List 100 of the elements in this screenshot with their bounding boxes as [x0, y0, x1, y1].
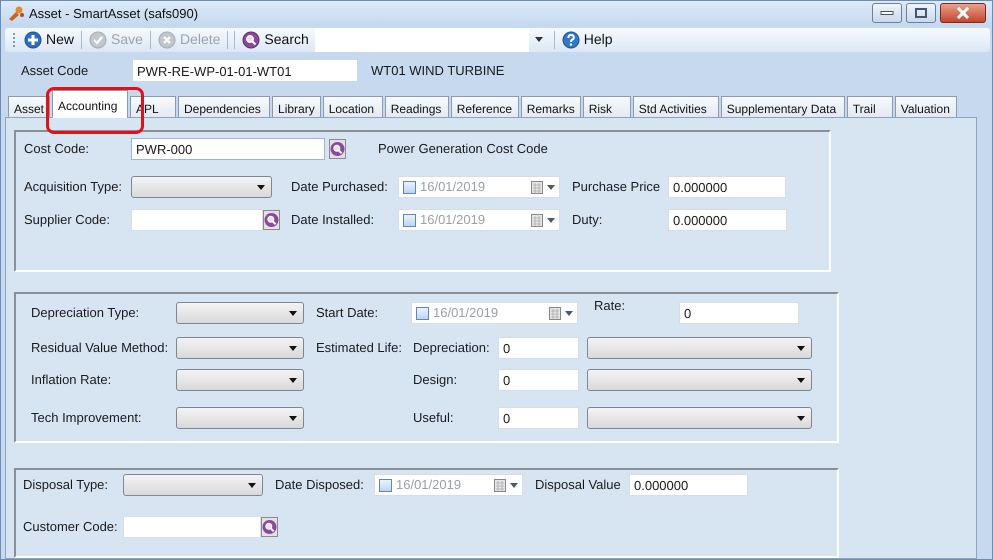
asset-description: WT01 WIND TURBINE [371, 62, 504, 80]
minimize-button[interactable] [872, 3, 902, 24]
checkbox[interactable] [403, 214, 416, 226]
field-label: Design: [413, 371, 458, 390]
tab[interactable]: Asset [8, 96, 50, 117]
checkbox[interactable] [416, 306, 429, 320]
tab[interactable]: Std Activities [632, 96, 719, 117]
caret-icon[interactable] [534, 37, 543, 42]
tab[interactable]: Readings [384, 96, 449, 117]
field-label: Customer Code: [23, 518, 119, 536]
tab[interactable]: Supplementary Data [720, 96, 845, 117]
lookup-field[interactable] [131, 209, 263, 231]
field-label: Acquisition Type: [24, 178, 124, 196]
field-label: Disposal Type: [23, 476, 110, 494]
caret-icon [248, 482, 256, 488]
calendar-icon [531, 180, 543, 194]
calendar-icon [494, 478, 506, 492]
close-button[interactable] [940, 3, 986, 24]
checkbox[interactable] [379, 478, 392, 492]
tab[interactable]: Library [272, 96, 321, 117]
caret-icon [797, 378, 805, 382]
search-button[interactable] [329, 139, 346, 159]
maximize-icon [914, 7, 928, 20]
text-field[interactable]: 0 [498, 369, 579, 391]
tab[interactable]: Risk [582, 96, 631, 117]
search-icon [329, 139, 346, 159]
tab[interactable]: Reference [450, 96, 519, 117]
asset-code-field[interactable]: PWR-RE-WP-01-01-WT01 [132, 59, 358, 82]
field-label: Date Disposed: [275, 476, 365, 494]
checkbox[interactable] [403, 180, 416, 194]
field-label: Disposal Value [535, 476, 622, 494]
text-field[interactable]: 0.000000 [668, 176, 786, 198]
lookup-field[interactable]: PWR-000 [131, 138, 325, 160]
field-label: Inflation Rate: [31, 371, 112, 390]
search-icon [263, 210, 280, 230]
caret-icon [547, 184, 555, 190]
text-field[interactable]: 0.000000 [668, 209, 787, 231]
field-label: Cost Code: [24, 140, 90, 158]
field-label: Tech Improvement: [31, 409, 143, 428]
field-label: Supplier Code: [24, 211, 111, 230]
text-field[interactable]: 0 [498, 407, 579, 429]
dropdown[interactable] [123, 474, 263, 496]
dropdown[interactable] [176, 407, 304, 429]
minimize-icon [880, 10, 894, 16]
tab[interactable]: Valuation [894, 96, 957, 117]
toolbar-button[interactable]: Search [238, 28, 313, 52]
dropdown[interactable] [587, 407, 812, 429]
field-label: Start Date: [316, 304, 380, 322]
help-icon [562, 30, 580, 49]
caret-icon [289, 310, 297, 316]
close-icon [955, 7, 971, 20]
text-field[interactable]: 0 [498, 337, 579, 359]
tab[interactable]: Accounting [52, 90, 128, 118]
field-label: Residual Value Method: [31, 339, 170, 358]
calendar-icon [549, 306, 561, 320]
text-field[interactable]: 0.000000 [629, 474, 748, 496]
dropdown[interactable] [587, 369, 812, 391]
field-label: Asset Code [21, 62, 90, 80]
maximize-button[interactable] [906, 3, 936, 24]
field-label: Purchase Price [572, 178, 662, 196]
dropdown[interactable] [176, 337, 304, 359]
search-icon [261, 517, 278, 537]
caret-icon [797, 416, 805, 420]
dropdown[interactable] [587, 337, 812, 359]
caret-icon [797, 346, 805, 350]
field-label: Rate: [594, 297, 626, 315]
window-title: Asset - SmartAsset (safs090) [29, 4, 198, 23]
search-button[interactable] [263, 210, 280, 230]
search-icon [242, 30, 260, 49]
dropdown[interactable] [176, 302, 304, 324]
field-label: Duty: [572, 211, 604, 230]
caret-icon [257, 184, 265, 190]
field-label: Depreciation Type: [31, 304, 140, 322]
field-label: Date Installed: [291, 211, 376, 230]
new-icon [24, 30, 42, 49]
field-label: Estimated Life: [316, 339, 403, 358]
app-icon [7, 5, 25, 22]
delete-icon [158, 30, 176, 49]
caret-icon [289, 378, 297, 382]
toolbar-button[interactable]: New [20, 28, 78, 52]
caret-icon [565, 310, 573, 316]
dropdown[interactable] [176, 369, 304, 391]
caret-icon [289, 416, 297, 420]
description-text: Power Generation Cost Code [378, 140, 548, 158]
text-field[interactable]: 0 [679, 302, 799, 324]
caret-icon [547, 218, 555, 222]
field-label: Depreciation: [413, 339, 491, 358]
tab[interactable]: Remarks [520, 96, 581, 117]
tab[interactable]: Location [322, 96, 383, 117]
lookup-field[interactable] [123, 516, 261, 538]
calendar-icon [531, 214, 543, 226]
grip-icon [13, 32, 16, 48]
field-label: Useful: [413, 409, 454, 428]
tab[interactable]: Dependencies [178, 96, 270, 117]
tab[interactable]: Trail [846, 96, 893, 117]
search-button[interactable] [261, 517, 278, 537]
help-button[interactable]: Help [558, 28, 617, 52]
caret-icon [510, 482, 518, 488]
caret-icon [289, 346, 297, 350]
dropdown[interactable] [131, 176, 272, 198]
